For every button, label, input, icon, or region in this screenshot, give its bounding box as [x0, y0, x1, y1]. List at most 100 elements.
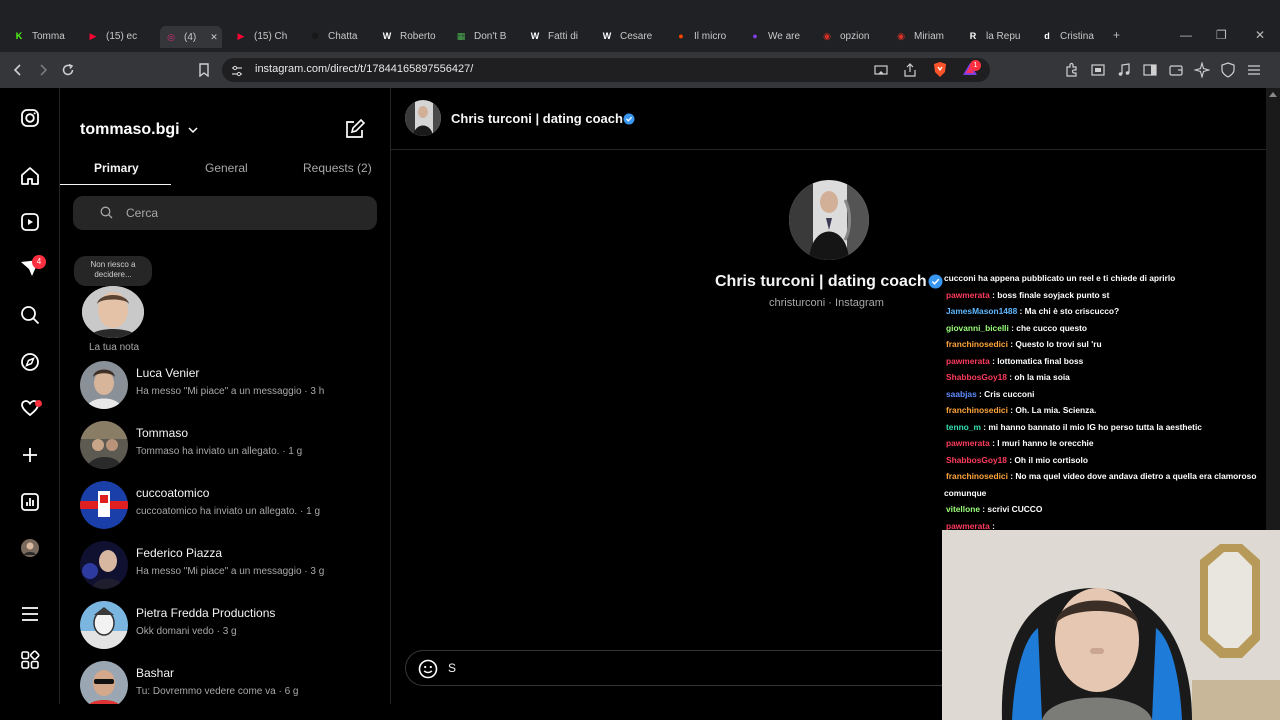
tab-title: Cesare: [620, 30, 653, 42]
forward-icon[interactable]: [33, 60, 53, 80]
stream-chat-message: pawmerata : boss finale soyjack punto st: [942, 287, 1266, 304]
chat-header-avatar[interactable]: [405, 100, 441, 136]
conversation-preview: Tommaso ha inviato un allegato. · 1 g: [136, 446, 303, 457]
more-menu-icon[interactable]: [20, 604, 40, 624]
conversation-item[interactable]: Pietra Fredda Productions Okk domani vedo…: [80, 597, 380, 653]
profile-avatar[interactable]: [20, 538, 40, 558]
chat-header-name[interactable]: Chris turconi | dating coach: [451, 111, 623, 126]
note-bubble[interactable]: Non riesco a decidere...: [74, 256, 152, 286]
browser-tab[interactable]: ● Il micro: [674, 24, 740, 48]
home-icon[interactable]: [20, 166, 40, 186]
tab-title: Roberto: [400, 30, 436, 42]
own-note-avatar[interactable]: [82, 286, 144, 338]
bookmark-icon[interactable]: [194, 60, 214, 80]
close-tab-icon[interactable]: ✕: [210, 32, 218, 43]
screenshot-icon[interactable]: [1090, 62, 1106, 78]
browser-tab[interactable]: Rla Repu: [966, 24, 1032, 48]
conversation-preview: cuccoatomico ha inviato un allegato. · 1…: [136, 506, 320, 517]
conversation-item[interactable]: Luca Venier Ha messo "Mi piace" a un mess…: [80, 357, 380, 413]
chevron-down-icon[interactable]: [188, 121, 198, 139]
profile-avatar-large[interactable]: [789, 180, 869, 260]
tab-favicon-icon: ▶: [237, 30, 245, 41]
stream-chat-text: : che cucco questo: [1008, 322, 1088, 333]
minimize-icon[interactable]: —: [1180, 28, 1192, 42]
sidebar-icon[interactable]: [1142, 62, 1158, 78]
browser-tab[interactable]: ◉ opzion: [820, 24, 886, 48]
stream-chat-message: JamesMason1488 : Ma chi è sto criscucco?: [942, 303, 1266, 320]
dashboard-icon[interactable]: [20, 492, 40, 512]
stream-chat-username: ShabbosGoy18: [946, 454, 1007, 465]
new-message-icon[interactable]: [344, 118, 366, 145]
search-icon[interactable]: [20, 305, 40, 325]
browser-tab[interactable]: K Tomma: [12, 24, 78, 48]
stream-chat-text: comunque: [944, 487, 987, 498]
account-switcher[interactable]: tommaso.bgi: [80, 121, 198, 139]
webcam-overlay: [942, 530, 1280, 720]
search-input[interactable]: Cerca: [126, 206, 158, 220]
account-username[interactable]: tommaso.bgi: [80, 121, 180, 139]
stream-chat-username: vitellone: [946, 504, 980, 514]
instagram-nav-rail: 4: [0, 88, 60, 704]
brave-shield-icon[interactable]: [932, 61, 948, 83]
site-settings-icon[interactable]: [231, 64, 243, 82]
note-label: La tua nota: [89, 342, 140, 353]
browser-tab[interactable]: ◎ (4) ✕: [160, 26, 222, 48]
message-composer[interactable]: S: [405, 650, 950, 686]
reels-icon[interactable]: [20, 212, 40, 232]
stream-chat-message: franchinosedici : Questo lo trovi sul 'r…: [942, 336, 1266, 353]
extensions-icon[interactable]: [1064, 62, 1080, 78]
message-input[interactable]: S: [448, 661, 456, 675]
browser-tab[interactable]: W Roberto: [380, 24, 446, 48]
tab-requests[interactable]: Requests (2): [303, 161, 372, 175]
media-icon[interactable]: [1116, 62, 1132, 78]
conversation-item[interactable]: cuccoatomico cuccoatomico ha inviato un a…: [80, 477, 380, 533]
browser-tab[interactable]: ▶ (15) ec: [86, 24, 152, 48]
tab-general[interactable]: General: [205, 161, 248, 175]
conversation-name: Pietra Fredda Productions: [136, 606, 276, 620]
browser-tab[interactable]: W Cesare: [600, 24, 666, 48]
browser-tab[interactable]: ▶ (15) Ch: [234, 24, 300, 48]
create-icon[interactable]: [20, 445, 40, 465]
cast-icon[interactable]: [874, 63, 888, 82]
close-window-icon[interactable]: ✕: [1255, 28, 1265, 42]
back-icon[interactable]: [8, 60, 28, 80]
browser-tab[interactable]: d Cristina: [1040, 24, 1106, 48]
share-icon[interactable]: [903, 63, 917, 82]
conversation-name: Federico Piazza: [136, 546, 223, 560]
bottom-strip: [0, 704, 942, 720]
conversation-item[interactable]: Federico Piazza Ha messo "Mi piace" a un …: [80, 537, 380, 593]
url-text[interactable]: instagram.com/direct/t/17844165897556427…: [255, 63, 473, 75]
conversation-preview: Ha messo "Mi piace" a un messaggio · 3 h: [136, 386, 325, 397]
search-box[interactable]: Cerca: [73, 196, 377, 230]
tab-favicon-icon: ◉: [897, 30, 905, 41]
browser-tab[interactable]: W Fatti di: [528, 24, 594, 48]
tab-primary[interactable]: Primary: [94, 161, 139, 175]
stream-chat-text: : Cris cucconi: [976, 388, 1035, 399]
reload-icon[interactable]: [58, 60, 78, 80]
stream-chat-username: saabjas: [946, 388, 977, 399]
stream-chat-text: cucconi ha appena pubblicato un reel e t…: [944, 273, 1176, 283]
leo-ai-icon[interactable]: [1192, 60, 1212, 80]
search-field-icon: [100, 206, 113, 224]
chat-header: Chris turconi | dating coach: [391, 88, 1266, 150]
maximize-icon[interactable]: ❐: [1216, 28, 1227, 42]
tab-favicon-icon: ◎: [167, 31, 175, 42]
stream-chat-message: comunque: [942, 485, 1266, 502]
verified-badge-icon: [623, 112, 635, 130]
browser-tab[interactable]: ● We are: [748, 24, 814, 48]
new-tab-button[interactable]: +: [1113, 28, 1120, 42]
browser-tab[interactable]: ◉ Miriam: [894, 24, 960, 48]
wallet-icon[interactable]: [1168, 62, 1184, 78]
messages-badge: 4: [32, 255, 46, 269]
menu-icon[interactable]: [1246, 62, 1262, 78]
stream-chat-username: pawmerata: [946, 289, 990, 300]
conversation-item[interactable]: Tommaso Tommaso ha inviato un allegato. ·…: [80, 417, 380, 473]
emoji-icon[interactable]: [418, 659, 438, 684]
instagram-logo-icon[interactable]: [20, 108, 40, 128]
stream-chat-message: cucconi ha appena pubblicato un reel e t…: [942, 270, 1266, 287]
browser-tab[interactable]: ✻ Chatta: [308, 24, 374, 48]
explore-icon[interactable]: [20, 352, 40, 372]
vpn-icon[interactable]: [1220, 62, 1236, 78]
browser-tab[interactable]: ▦ Don't B: [454, 24, 520, 48]
apps-icon[interactable]: [20, 650, 40, 670]
